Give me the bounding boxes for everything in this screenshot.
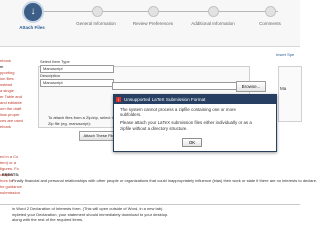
wizard-step-comments-label[interactable]: Comments [248,21,292,26]
description-input[interactable]: Manuscript [40,79,114,87]
item-type-select[interactable]: Manuscript [40,65,114,73]
wizard-step-review-preferences-label[interactable]: Review Preferences [131,21,175,26]
wizard-step-review-preferences-dot[interactable] [148,6,159,17]
wizard-step-additional-information-label[interactable]: Additional Information [191,21,235,26]
insert-special-link[interactable]: Insert Spe [276,52,294,57]
dialog-message: The system cannot process a zipfile cont… [114,104,276,131]
unsupported-latex-dialog: ! Unsupported LaTeX Submission Format Th… [113,94,277,152]
wizard-step-attach-files-icon[interactable]: ↓ [22,1,44,23]
wizard-bar: ↓ Attach Files General Information Revie… [0,0,300,47]
description-label: Description [40,73,61,78]
ok-button[interactable]: OK [182,138,202,147]
manuscript-info-panel [278,66,302,122]
wizard-step-comments-dot[interactable] [265,6,276,17]
declaration-section: ERESTS: Finally financial and personal r… [0,172,318,201]
section-divider [0,204,300,205]
browse-button[interactable]: Browse... [236,81,266,92]
instruction-spacer [0,130,24,154]
wizard-step-additional-information-dot[interactable] [208,6,219,17]
dialog-message-line: Please attach your LaTeX submission file… [120,120,252,126]
declaration-instructions: in Word 2 Declaration of Interests form.… [0,206,300,223]
dialog-message-line: zipfile without a directory structure. [120,125,188,131]
error-icon: ! [116,97,121,102]
select-item-type-label: Select Item Type [40,59,70,64]
declaration-text: Finally financial and personal relations… [12,177,318,183]
declaration-instruction-line: along with the rest of the required item… [12,217,84,222]
wizard-step-attach-files-label[interactable]: Attach Files [10,25,54,30]
wizard-step-general-information-label[interactable]: General Information [74,21,118,26]
dialog-title: Unsupported LaTeX Submission Format [124,97,206,102]
zip-hint-line-2: Zip file (eg. manuscript): [48,121,91,126]
wizard-step-general-information-dot[interactable] [92,6,103,17]
manuscript-info-label: Ma [280,86,287,91]
file-path-input[interactable] [112,82,237,90]
dialog-title-bar: ! Unsupported LaTeX Submission Format [114,95,276,104]
zip-hint-line-1: To attach files from a Zip/zip, select t… [48,115,118,120]
